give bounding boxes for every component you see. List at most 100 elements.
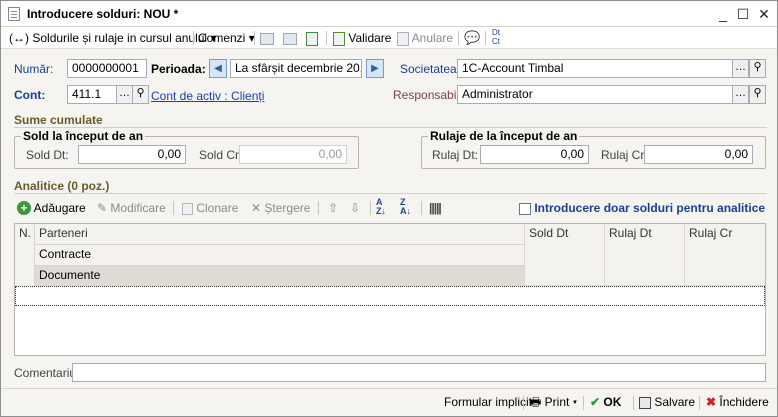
structure-button[interactable] <box>260 29 274 47</box>
company-field[interactable]: 1C-Account Timbal <box>457 59 733 78</box>
close-button[interactable]: ✖ Închidere <box>706 393 769 411</box>
toolbar-separator <box>485 31 486 45</box>
dt-ct-icon: Dt Ct <box>492 28 500 46</box>
commands-menu[interactable]: Comenzi ▾ <box>198 29 255 47</box>
main-toolbar: (↔) Soldurile și rulaje in cursul anului… <box>1 27 777 49</box>
number-field[interactable]: 0000000001 <box>67 59 147 78</box>
arrow-up-icon: ⇧ <box>328 201 339 215</box>
toolbar-separator <box>173 201 174 215</box>
default-form-button[interactable]: Formular implicit <box>444 393 532 411</box>
start-balance-title: Sold la început de an <box>21 129 146 143</box>
move-down-button[interactable]: ⇩ <box>350 199 360 217</box>
account-type-link[interactable]: Cont de activ : Clienți <box>151 89 264 103</box>
comment-label: Comentariu: <box>14 366 80 380</box>
magnifier-icon: ⚲ <box>136 87 145 99</box>
arrow-down-icon: ⇩ <box>350 201 361 215</box>
sort-descending-button[interactable]: Z A↓ <box>400 198 411 216</box>
magnifier-icon: ⚲ <box>753 61 762 73</box>
rulaj-dt-label: Rulaj Dt: <box>432 148 479 162</box>
column-header-rulaj-dt[interactable]: Rulaj Dt <box>605 224 685 286</box>
print-menu[interactable]: 🖶 Print ▾ <box>530 393 577 411</box>
save-label: Salvare <box>654 395 696 409</box>
column-header-n[interactable]: N. <box>15 224 35 286</box>
pencil-icon: ✎ <box>97 201 108 215</box>
toolbar-separator <box>193 31 194 45</box>
responsible-open-button[interactable]: ⚲ <box>749 85 766 104</box>
magnifier-icon: ⚲ <box>753 87 762 99</box>
sold-dt-label: Sold Dt: <box>26 148 69 162</box>
company-open-button[interactable]: ⚲ <box>749 59 766 78</box>
column-header-rulaj-cr[interactable]: Rulaj Cr <box>685 224 765 286</box>
column-header-documents[interactable]: Documente <box>35 266 525 286</box>
sort-za-icon: Z A↓ <box>400 197 411 216</box>
toolbar-separator <box>421 201 422 215</box>
new-document-button[interactable] <box>306 29 318 47</box>
company-choose-button[interactable]: … <box>732 59 749 78</box>
clone-row-label: Clonare <box>196 201 239 215</box>
column-header-partners[interactable]: Parteneri <box>35 224 525 245</box>
toolbar-separator <box>318 201 319 215</box>
period-field[interactable]: La sfârșit decembrie 2014 <box>230 59 362 78</box>
delete-row-button[interactable]: ✕ Ștergere <box>251 199 310 217</box>
maximize-button[interactable]: ☐ <box>733 4 753 24</box>
empty-row-focus[interactable] <box>15 286 765 306</box>
close-label: Închidere <box>719 395 769 409</box>
rulaj-cr-field[interactable]: 0,00 <box>644 145 753 164</box>
minimize-button[interactable]: _ <box>713 4 733 24</box>
close-window-button[interactable]: ✕ <box>754 4 774 24</box>
comment-button[interactable]: 💬 <box>464 29 480 47</box>
next-period-button[interactable]: ▶ <box>366 59 384 78</box>
only-balances-checkbox[interactable] <box>519 202 531 215</box>
document-window: Introducere solduri: NOU * _ ☐ ✕ (↔) Sol… <box>0 0 778 417</box>
movements-button[interactable] <box>283 29 297 47</box>
comment-field[interactable] <box>72 363 766 382</box>
rulaj-cr-label: Rulaj Cr: <box>601 148 648 162</box>
print-label: Print <box>544 395 570 409</box>
validate-button[interactable]: Validare <box>333 29 391 47</box>
ellipsis-icon: … <box>735 61 746 73</box>
mode-menu-label: Soldurile și rulaje in cursul anului <box>32 31 208 45</box>
sold-dt-field[interactable]: 0,00 <box>78 145 186 164</box>
add-row-button[interactable]: + Adăugare <box>17 199 86 217</box>
number-label: Număr: <box>14 62 54 76</box>
toolbar-separator <box>523 396 524 410</box>
mode-menu[interactable]: (↔) Soldurile și rulaje in cursul anului… <box>9 29 216 47</box>
cancel-doc-icon <box>397 31 409 46</box>
rulaj-dt-field[interactable]: 0,00 <box>480 145 589 164</box>
toolbar-separator <box>583 396 584 410</box>
responsible-choose-button[interactable]: … <box>732 85 749 104</box>
copy-icon <box>182 202 193 215</box>
sold-cr-field[interactable]: 0,00 <box>239 145 347 164</box>
column-header-contracts[interactable]: Contracte <box>35 245 525 266</box>
ok-button[interactable]: ✔ OK <box>590 393 621 411</box>
barcode-button[interactable]: ||||| <box>429 199 442 217</box>
arrow-right-icon: ▶ <box>371 63 379 74</box>
move-up-button[interactable]: ⇧ <box>328 199 338 217</box>
save-button[interactable]: Salvare <box>639 393 695 411</box>
window-title: Introducere solduri: NOU * <box>27 7 179 21</box>
account-field[interactable]: 411.1 <box>67 85 117 104</box>
only-balances-option[interactable]: Introducere doar solduri pentru analitic… <box>519 199 765 217</box>
close-x-icon: ✖ <box>706 395 717 409</box>
responsible-label: Responsabil: <box>393 88 463 102</box>
column-header-sold-dt[interactable]: Sold Dt <box>525 224 605 286</box>
analytics-section-title: Analitice (0 poz.) <box>14 179 110 193</box>
clone-row-button[interactable]: Clonare <box>182 199 238 217</box>
analytics-table[interactable]: N. Parteneri Contracte Documente Sold Dt… <box>14 223 766 356</box>
toolbar-separator <box>633 396 634 410</box>
account-choose-button[interactable]: … <box>116 85 133 104</box>
plus-circle-icon: + <box>17 201 31 215</box>
commands-menu-label: Comenzi <box>198 31 246 45</box>
toolbar-separator <box>699 396 700 410</box>
previous-period-button[interactable]: ◀ <box>209 59 227 78</box>
account-open-button[interactable]: ⚲ <box>132 85 149 104</box>
ellipsis-icon: … <box>735 87 746 99</box>
checkmark-icon: ✔ <box>590 395 601 409</box>
dt-ct-button[interactable]: Dt Ct <box>492 28 510 46</box>
swap-icon: (↔) <box>9 31 29 45</box>
modify-row-button[interactable]: ✎ Modificare <box>97 199 166 217</box>
add-row-label: Adăugare <box>33 201 86 215</box>
cancel-validation-button[interactable]: Anulare <box>397 29 453 47</box>
sort-ascending-button[interactable]: A Z↓ <box>376 198 386 216</box>
responsible-field[interactable]: Administrator <box>457 85 733 104</box>
